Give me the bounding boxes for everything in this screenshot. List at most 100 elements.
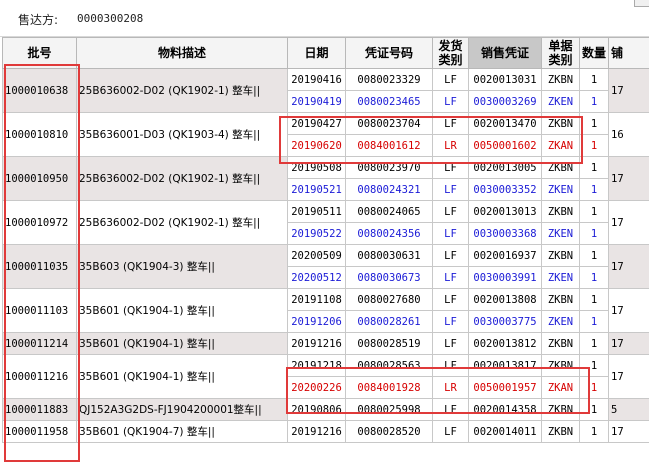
sales-voucher-cell[interactable]: 0020014358: [468, 398, 542, 421]
voucher-cell[interactable]: 0080023329: [345, 68, 433, 91]
batch-cell[interactable]: 1000010950: [2, 156, 77, 201]
table-row[interactable]: 1000011216 35B601 (QK1904-1) 整车|| 20191218…: [2, 354, 649, 399]
extra-cell[interactable]: 17: [608, 156, 649, 201]
qty-cell[interactable]: 1: [579, 420, 609, 443]
voucher-cell[interactable]: 0080030631: [345, 244, 433, 267]
ship-type-cell[interactable]: LF: [432, 332, 469, 355]
qty-cell[interactable]: 1: [579, 244, 609, 267]
extra-cell[interactable]: 17: [608, 200, 649, 245]
material-cell[interactable]: 35B601 (QK1904-7) 整车||: [76, 420, 288, 443]
batch-cell[interactable]: 1000011103: [2, 288, 77, 333]
date-cell[interactable]: 20190508: [287, 156, 346, 179]
voucher-cell[interactable]: 0080028261: [345, 310, 433, 333]
ship-type-cell[interactable]: LF: [432, 112, 469, 135]
col-ship-type[interactable]: 发货 类别: [432, 37, 469, 69]
sales-voucher-cell[interactable]: 0020013812: [468, 332, 542, 355]
ship-type-cell[interactable]: LF: [432, 68, 469, 91]
ship-type-cell[interactable]: LR: [432, 376, 469, 399]
extra-cell[interactable]: 17: [608, 68, 649, 113]
extra-cell[interactable]: 17: [608, 244, 649, 289]
voucher-cell[interactable]: 0084001928: [345, 376, 433, 399]
date-cell[interactable]: 20190521: [287, 178, 346, 201]
voucher-cell[interactable]: 0080028519: [345, 332, 433, 355]
voucher-cell[interactable]: 0080028520: [345, 420, 433, 443]
grid-container[interactable]: 批号 物料描述 日期 凭证号码 发货 类别 销售凭证 单据 类别 数量 铺 1000…: [0, 37, 649, 465]
qty-cell[interactable]: 1: [579, 354, 609, 377]
batch-cell[interactable]: 1000011214: [2, 332, 77, 355]
doc-type-cell[interactable]: ZKBN: [541, 200, 580, 223]
batch-cell[interactable]: 1000011958: [2, 420, 77, 443]
material-cell[interactable]: 25B636002-D02 (QK1902-1) 整车||: [76, 200, 288, 245]
voucher-cell[interactable]: 0080023970: [345, 156, 433, 179]
sales-voucher-cell[interactable]: 0020013005: [468, 156, 542, 179]
material-cell[interactable]: 35B601 (QK1904-1) 整车||: [76, 332, 288, 355]
sales-voucher-cell[interactable]: 0030003991: [468, 266, 542, 289]
voucher-cell[interactable]: 0080024065: [345, 200, 433, 223]
batch-cell[interactable]: 1000010638: [2, 68, 77, 113]
col-sales-voucher[interactable]: 销售凭证: [468, 37, 542, 69]
extra-cell[interactable]: 17: [608, 354, 649, 399]
qty-cell[interactable]: 1: [579, 134, 609, 157]
extra-cell[interactable]: 17: [608, 332, 649, 355]
ship-type-cell[interactable]: LF: [432, 200, 469, 223]
doc-type-cell[interactable]: ZKAN: [541, 134, 580, 157]
doc-type-cell[interactable]: ZKBN: [541, 112, 580, 135]
qty-cell[interactable]: 1: [579, 288, 609, 311]
sales-voucher-cell[interactable]: 0020013470: [468, 112, 542, 135]
doc-type-cell[interactable]: ZKBN: [541, 156, 580, 179]
ship-type-cell[interactable]: LF: [432, 310, 469, 333]
qty-cell[interactable]: 1: [579, 398, 609, 421]
ship-type-cell[interactable]: LF: [432, 244, 469, 267]
material-cell[interactable]: 35B601 (QK1904-1) 整车||: [76, 354, 288, 399]
voucher-cell[interactable]: 0080028563: [345, 354, 433, 377]
qty-cell[interactable]: 1: [579, 112, 609, 135]
qty-cell[interactable]: 1: [579, 156, 609, 179]
ship-type-cell[interactable]: LF: [432, 398, 469, 421]
col-voucher[interactable]: 凭证号码: [345, 37, 433, 69]
ship-type-cell[interactable]: LF: [432, 354, 469, 377]
date-cell[interactable]: 20200512: [287, 266, 346, 289]
date-cell[interactable]: 20200509: [287, 244, 346, 267]
voucher-cell[interactable]: 0080023704: [345, 112, 433, 135]
col-doc-type[interactable]: 单据 类别: [541, 37, 580, 69]
sales-voucher-cell[interactable]: 0020013031: [468, 68, 542, 91]
ship-type-cell[interactable]: LF: [432, 222, 469, 245]
sales-voucher-cell[interactable]: 0050001602: [468, 134, 542, 157]
ship-type-cell[interactable]: LF: [432, 266, 469, 289]
table-row[interactable]: 1000010950 25B636002-D02 (QK1902-1) 整车|| 2…: [2, 156, 649, 201]
voucher-cell[interactable]: 0080027680: [345, 288, 433, 311]
qty-cell[interactable]: 1: [579, 178, 609, 201]
batch-cell[interactable]: 1000011035: [2, 244, 77, 289]
extra-cell[interactable]: 5: [608, 398, 649, 421]
doc-type-cell[interactable]: ZKAN: [541, 376, 580, 399]
batch-cell[interactable]: 1000010810: [2, 112, 77, 157]
doc-type-cell[interactable]: ZKBN: [541, 288, 580, 311]
qty-cell[interactable]: 1: [579, 68, 609, 91]
col-batch[interactable]: 批号: [2, 37, 77, 69]
batch-cell[interactable]: 1000010972: [2, 200, 77, 245]
table-row[interactable]: 1000010638 25B636002-D02 (QK1902-1) 整车|| 2…: [2, 68, 649, 113]
table-row[interactable]: 1000011883 QJ152A3G2DS-FJ1904200001整车|| 20…: [2, 398, 649, 421]
table-row[interactable]: 1000010810 35B636001-D03 (QK1903-4) 整车|| 2…: [2, 112, 649, 157]
voucher-cell[interactable]: 0080030673: [345, 266, 433, 289]
sales-voucher-cell[interactable]: 0020013817: [468, 354, 542, 377]
table-row[interactable]: 1000011958 35B601 (QK1904-7) 整车|| 20191216…: [2, 420, 649, 443]
batch-cell[interactable]: 1000011216: [2, 354, 77, 399]
col-extra[interactable]: 铺: [608, 37, 649, 69]
table-row[interactable]: 1000010972 25B636002-D02 (QK1902-1) 整车|| 2…: [2, 200, 649, 245]
date-cell[interactable]: 20191216: [287, 332, 346, 355]
extra-cell[interactable]: 17: [608, 420, 649, 443]
sales-voucher-cell[interactable]: 0030003775: [468, 310, 542, 333]
doc-type-cell[interactable]: ZKBN: [541, 398, 580, 421]
date-cell[interactable]: 20190511: [287, 200, 346, 223]
date-cell[interactable]: 20190522: [287, 222, 346, 245]
qty-cell[interactable]: 1: [579, 200, 609, 223]
voucher-cell[interactable]: 0080024356: [345, 222, 433, 245]
doc-type-cell[interactable]: ZKBN: [541, 68, 580, 91]
ship-type-cell[interactable]: LR: [432, 134, 469, 157]
material-cell[interactable]: 25B636002-D02 (QK1902-1) 整车||: [76, 68, 288, 113]
sales-voucher-cell[interactable]: 0030003368: [468, 222, 542, 245]
ship-type-cell[interactable]: LF: [432, 178, 469, 201]
sales-voucher-cell[interactable]: 0020013808: [468, 288, 542, 311]
sales-voucher-cell[interactable]: 0030003269: [468, 90, 542, 113]
